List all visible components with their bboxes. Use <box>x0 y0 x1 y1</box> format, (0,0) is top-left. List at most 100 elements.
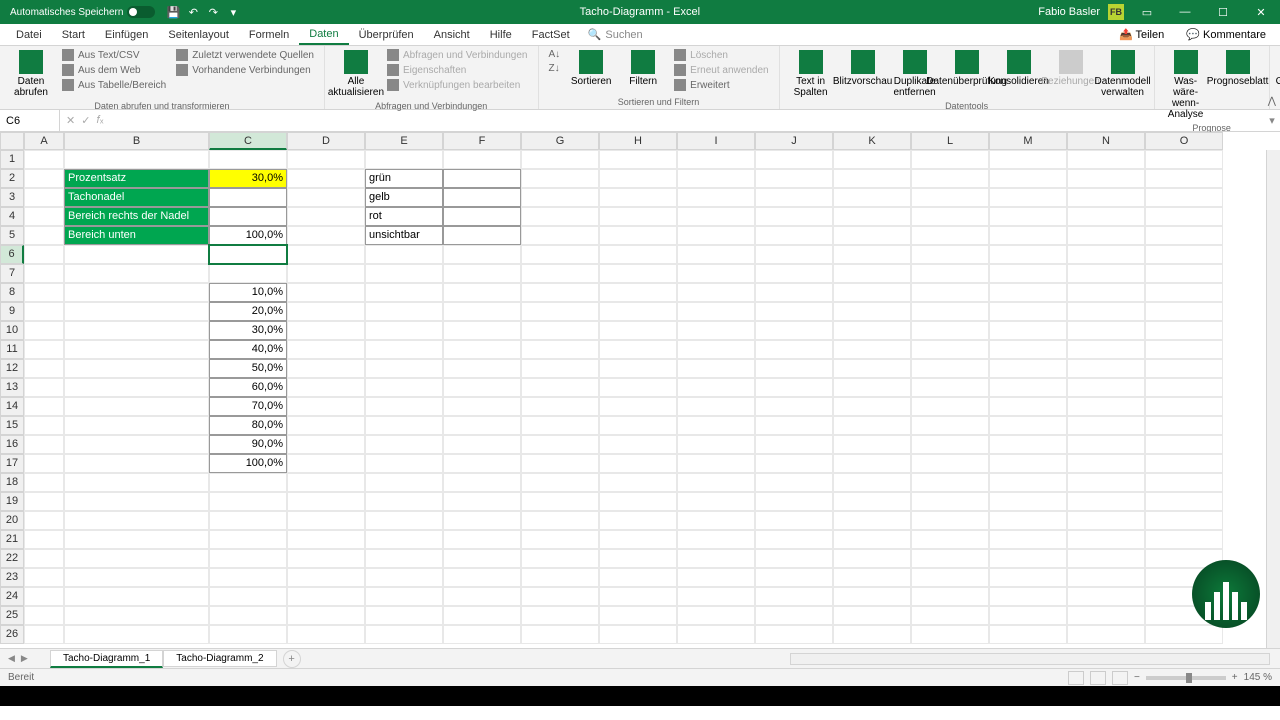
cell-O10[interactable] <box>1145 321 1223 340</box>
cell-G18[interactable] <box>521 473 599 492</box>
cell-H11[interactable] <box>599 340 677 359</box>
cell-I14[interactable] <box>677 397 755 416</box>
cell-M12[interactable] <box>989 359 1067 378</box>
cell-C16[interactable]: 90,0% <box>209 435 287 454</box>
cell-N15[interactable] <box>1067 416 1145 435</box>
cell-L15[interactable] <box>911 416 989 435</box>
cell-N14[interactable] <box>1067 397 1145 416</box>
cell-L4[interactable] <box>911 207 989 226</box>
row-header-1[interactable]: 1 <box>0 150 24 169</box>
cell-C21[interactable] <box>209 530 287 549</box>
cell-G20[interactable] <box>521 511 599 530</box>
cell-C7[interactable] <box>209 264 287 283</box>
row-header-7[interactable]: 7 <box>0 264 24 283</box>
cell-B4[interactable]: Bereich rechts der Nadel <box>64 207 209 226</box>
cell-F16[interactable] <box>443 435 521 454</box>
cell-I1[interactable] <box>677 150 755 169</box>
cell-F20[interactable] <box>443 511 521 530</box>
data-model-button[interactable]: Datenmodell verwalten <box>1098 48 1148 100</box>
cell-F5[interactable] <box>443 226 521 245</box>
cell-J3[interactable] <box>755 188 833 207</box>
cell-D8[interactable] <box>287 283 365 302</box>
cell-B3[interactable]: Tachonadel <box>64 188 209 207</box>
cell-K21[interactable] <box>833 530 911 549</box>
cell-I3[interactable] <box>677 188 755 207</box>
cell-J23[interactable] <box>755 568 833 587</box>
tab-start[interactable]: Start <box>52 26 95 44</box>
cell-D17[interactable] <box>287 454 365 473</box>
cell-O4[interactable] <box>1145 207 1223 226</box>
cell-A19[interactable] <box>24 492 64 511</box>
expand-formula-icon[interactable]: ▾ <box>1264 114 1280 127</box>
normal-view-button[interactable] <box>1068 671 1084 685</box>
cell-H15[interactable] <box>599 416 677 435</box>
cell-M24[interactable] <box>989 587 1067 606</box>
cell-E5[interactable]: unsichtbar <box>365 226 443 245</box>
cell-F21[interactable] <box>443 530 521 549</box>
cell-E14[interactable] <box>365 397 443 416</box>
cell-N19[interactable] <box>1067 492 1145 511</box>
cell-C26[interactable] <box>209 625 287 644</box>
user-avatar[interactable]: FB <box>1108 4 1124 20</box>
cell-C9[interactable]: 20,0% <box>209 302 287 321</box>
cell-A15[interactable] <box>24 416 64 435</box>
cell-B12[interactable] <box>64 359 209 378</box>
row-header-24[interactable]: 24 <box>0 587 24 606</box>
cell-I17[interactable] <box>677 454 755 473</box>
cell-E13[interactable] <box>365 378 443 397</box>
fx-icon[interactable]: 𝑓ₓ <box>96 114 103 127</box>
cell-B8[interactable] <box>64 283 209 302</box>
cell-F23[interactable] <box>443 568 521 587</box>
row-header-5[interactable]: 5 <box>0 226 24 245</box>
cell-F12[interactable] <box>443 359 521 378</box>
cell-D1[interactable] <box>287 150 365 169</box>
cell-F13[interactable] <box>443 378 521 397</box>
collapse-ribbon-icon[interactable]: ⋀ <box>1268 96 1276 107</box>
cell-L20[interactable] <box>911 511 989 530</box>
cell-I8[interactable] <box>677 283 755 302</box>
cell-B22[interactable] <box>64 549 209 568</box>
cell-B24[interactable] <box>64 587 209 606</box>
cell-N9[interactable] <box>1067 302 1145 321</box>
cell-L8[interactable] <box>911 283 989 302</box>
cell-N7[interactable] <box>1067 264 1145 283</box>
cell-H18[interactable] <box>599 473 677 492</box>
cell-G26[interactable] <box>521 625 599 644</box>
cell-C3[interactable] <box>209 188 287 207</box>
cell-D10[interactable] <box>287 321 365 340</box>
cell-I21[interactable] <box>677 530 755 549</box>
cell-B18[interactable] <box>64 473 209 492</box>
cell-B10[interactable] <box>64 321 209 340</box>
minimize-button[interactable]: — <box>1170 2 1200 22</box>
cell-F24[interactable] <box>443 587 521 606</box>
cell-E18[interactable] <box>365 473 443 492</box>
page-break-button[interactable] <box>1112 671 1128 685</box>
cell-D20[interactable] <box>287 511 365 530</box>
sort-desc-button[interactable]: Z↓ <box>545 62 565 75</box>
cell-G24[interactable] <box>521 587 599 606</box>
cell-K23[interactable] <box>833 568 911 587</box>
cell-H1[interactable] <box>599 150 677 169</box>
row-header-26[interactable]: 26 <box>0 625 24 644</box>
cell-L12[interactable] <box>911 359 989 378</box>
cell-B6[interactable] <box>64 245 209 264</box>
cell-J6[interactable] <box>755 245 833 264</box>
cell-B20[interactable] <box>64 511 209 530</box>
flash-fill-button[interactable]: Blitzvorschau <box>838 48 888 89</box>
row-header-16[interactable]: 16 <box>0 435 24 454</box>
cell-N18[interactable] <box>1067 473 1145 492</box>
cell-A25[interactable] <box>24 606 64 625</box>
row-header-11[interactable]: 11 <box>0 340 24 359</box>
cell-J8[interactable] <box>755 283 833 302</box>
cell-L3[interactable] <box>911 188 989 207</box>
cell-L25[interactable] <box>911 606 989 625</box>
column-header-A[interactable]: A <box>24 132 64 150</box>
close-button[interactable]: ✕ <box>1246 2 1276 22</box>
cell-M18[interactable] <box>989 473 1067 492</box>
cell-M14[interactable] <box>989 397 1067 416</box>
horizontal-scrollbar[interactable] <box>790 653 1270 665</box>
cell-A12[interactable] <box>24 359 64 378</box>
cell-L9[interactable] <box>911 302 989 321</box>
cell-B15[interactable] <box>64 416 209 435</box>
cell-B17[interactable] <box>64 454 209 473</box>
